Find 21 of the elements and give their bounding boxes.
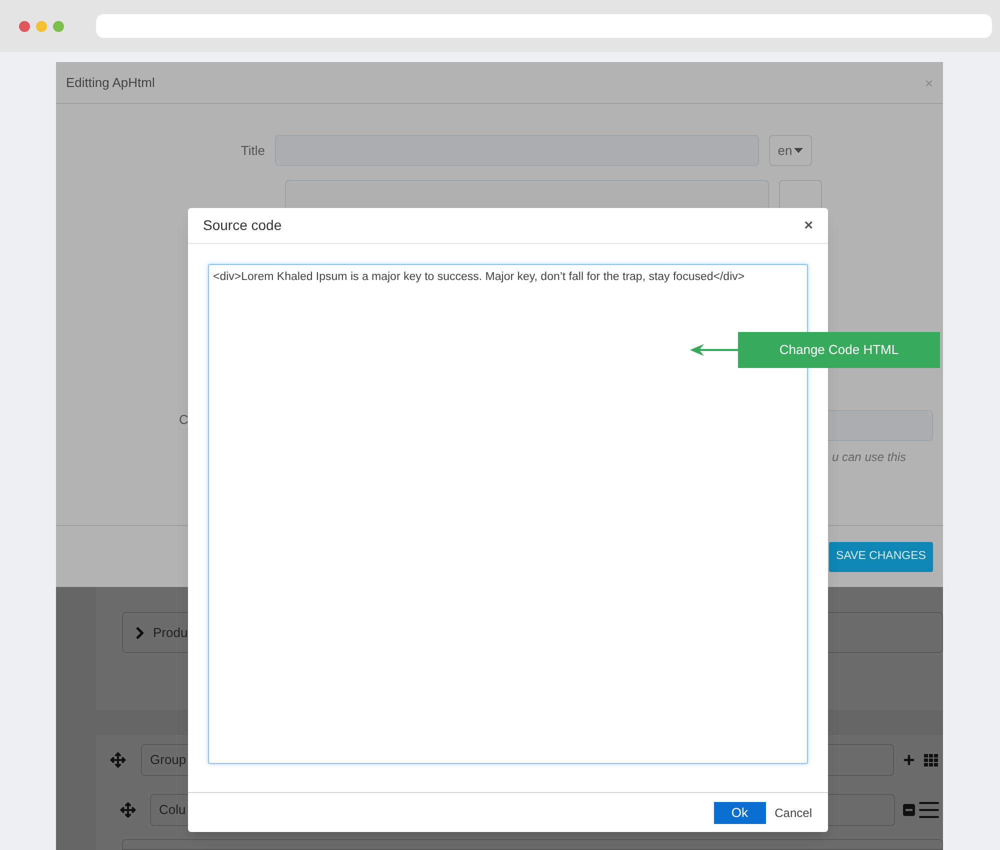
help-text: u can use this — [832, 449, 906, 466]
move-icon[interactable] — [120, 802, 136, 818]
move-icon[interactable] — [110, 752, 126, 768]
collapse-icon[interactable] — [903, 804, 915, 816]
add-icon[interactable] — [902, 753, 916, 767]
grid-icon[interactable] — [924, 754, 939, 766]
dialog-title: Source code — [203, 216, 282, 236]
caret-icon — [794, 148, 804, 153]
row-label: Produ — [153, 624, 188, 642]
cancel-button[interactable]: Cancel — [774, 804, 812, 822]
annotation-callout: Change Code HTML — [738, 332, 940, 368]
maximize-window-icon[interactable] — [53, 20, 64, 32]
field-label: C — [179, 411, 188, 429]
field-label: Title — [240, 142, 266, 160]
ok-button[interactable]: Ok — [714, 802, 766, 824]
language-dropdown[interactable]: en — [769, 135, 812, 166]
save-changes-button[interactable]: SAVE CHANGES — [829, 542, 933, 572]
close-window-icon[interactable] — [19, 20, 30, 32]
arrow-icon — [690, 344, 738, 356]
close-button[interactable]: × — [804, 218, 813, 234]
modal-title: Editting ApHtml — [66, 74, 155, 92]
